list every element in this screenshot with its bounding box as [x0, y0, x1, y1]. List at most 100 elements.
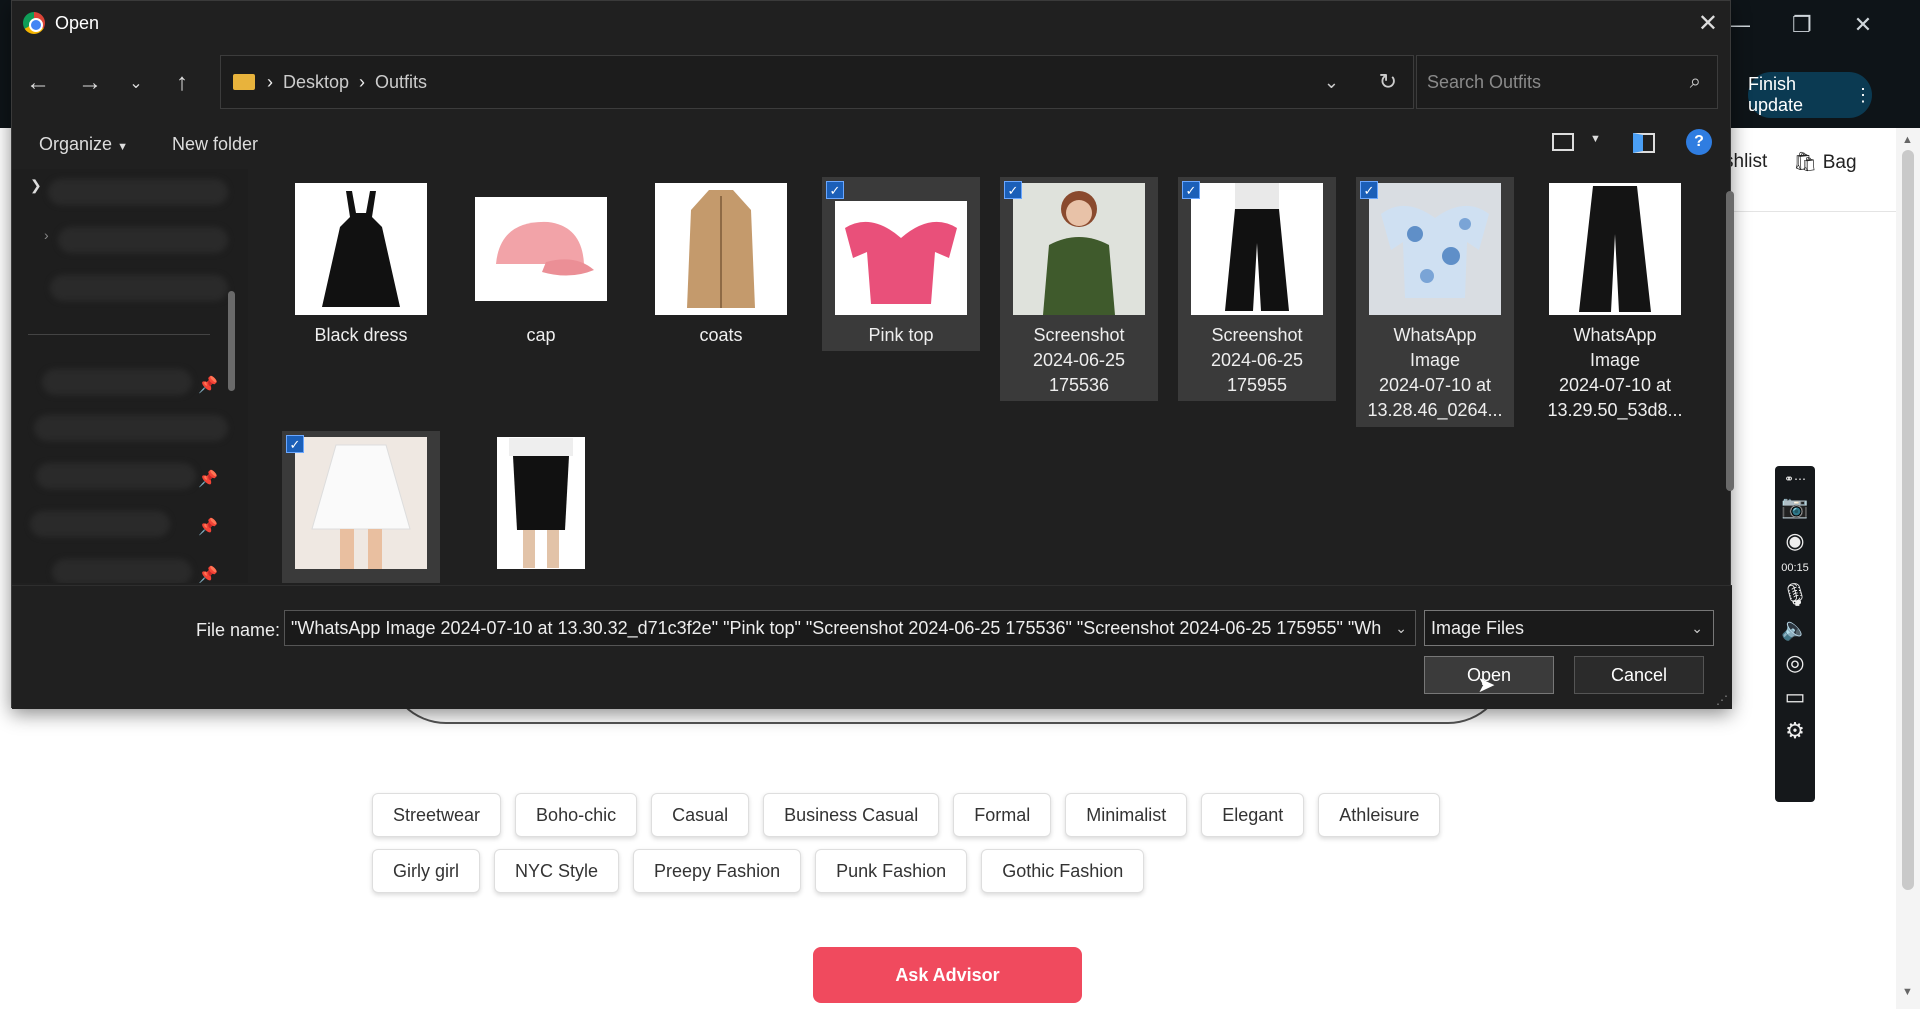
chip-formal[interactable]: Formal	[953, 793, 1052, 837]
black-dress-thumbnail	[295, 183, 427, 315]
checkbox-checked-icon[interactable]: ✓	[1360, 181, 1378, 199]
scroll-up-icon[interactable]: ▲	[1902, 134, 1913, 146]
chip-girly-girl[interactable]: Girly girl	[372, 849, 480, 893]
address-bar[interactable]: › Desktop › Outfits ⌄ ↻	[220, 55, 1414, 109]
file-name-input[interactable]: "WhatsApp Image 2024-07-10 at 13.30.32_d…	[284, 610, 1416, 646]
finish-update-button[interactable]: Finish update ⋮	[1748, 72, 1872, 118]
file-coats[interactable]: coats	[642, 177, 800, 348]
chip-punk-fashion[interactable]: Punk Fashion	[815, 849, 968, 893]
organize-button[interactable]: Organize ▼	[39, 134, 128, 155]
page-scrollbar[interactable]: ▲ ▼	[1896, 128, 1920, 1009]
recent-chevron-icon[interactable]: ⌄	[116, 73, 156, 93]
content-scrollbar[interactable]	[1726, 191, 1734, 491]
chip-business-casual[interactable]: Business Casual	[763, 793, 940, 837]
file-black-skirt[interactable]	[462, 431, 620, 583]
record-icon[interactable]: ◉	[1785, 528, 1804, 554]
webcam-icon[interactable]: ◎	[1785, 650, 1804, 676]
new-folder-button[interactable]: New folder	[172, 134, 258, 155]
file-white-skirt[interactable]: ✓	[282, 431, 440, 583]
close-window-icon[interactable]: ✕	[1854, 12, 1872, 38]
file-screenshot-175536[interactable]: ✓ Screenshot 2024-06-25 175536	[1000, 177, 1158, 401]
file-label: Image	[1589, 350, 1641, 370]
pencil-skirt-icon	[509, 438, 573, 568]
camera-icon[interactable]: 📷	[1781, 494, 1808, 520]
file-label: 2024-06-25	[1210, 350, 1304, 370]
coats-thumbnail	[655, 183, 787, 315]
forward-arrow-icon[interactable]: →	[64, 69, 116, 97]
organize-dropdown-icon: ▼	[117, 140, 128, 153]
pin-icon: 📌	[198, 567, 218, 583]
breadcrumb-separator-icon: ›	[267, 71, 273, 92]
file-label: 175955	[1226, 375, 1288, 395]
file-label: coats	[699, 325, 743, 345]
recorder-toolbar: ⚭⋯ 📷 ◉ 00:15 🎙 🔈 ◎ ▭ ⚙	[1775, 466, 1815, 802]
file-cap[interactable]: cap	[462, 177, 620, 348]
refresh-icon[interactable]: ↻	[1379, 69, 1397, 95]
settings-gear-icon[interactable]: ⚙	[1785, 718, 1805, 744]
scroll-down-icon[interactable]: ▼	[1902, 986, 1913, 998]
breadcrumb-outfits[interactable]: Outfits	[375, 72, 427, 93]
page-scroll-thumb[interactable]	[1902, 150, 1914, 890]
collapse-chevron-icon[interactable]: ›	[44, 227, 49, 243]
chip-boho-chic[interactable]: Boho-chic	[515, 793, 638, 837]
file-name-value: "WhatsApp Image 2024-07-10 at 13.30.32_d…	[291, 617, 1382, 638]
blurred-nav-item[interactable]	[50, 275, 228, 301]
file-pink-top[interactable]: ✓ Pink top	[822, 177, 980, 351]
nav-bag[interactable]: 🛍 Bag	[1793, 150, 1856, 174]
file-whatsapp-image-53d8[interactable]: WhatsApp Image 2024-07-10 at 13.29.50_53…	[1536, 177, 1694, 427]
blurred-nav-item[interactable]	[48, 179, 228, 205]
cap-thumbnail	[475, 183, 607, 315]
chip-casual[interactable]: Casual	[651, 793, 750, 837]
checkbox-checked-icon[interactable]: ✓	[826, 181, 844, 199]
change-view-icon[interactable]	[1552, 133, 1574, 151]
screen-icon[interactable]: ▭	[1785, 684, 1806, 710]
preview-pane-icon[interactable]	[1633, 133, 1655, 153]
pin-icon: 📌	[198, 471, 218, 488]
blurred-nav-item[interactable]	[58, 227, 228, 253]
blurred-nav-item[interactable]	[36, 463, 196, 489]
back-arrow-icon[interactable]: ←	[12, 69, 64, 97]
file-label: 13.29.50_53d8...	[1547, 400, 1683, 420]
cancel-button[interactable]: Cancel	[1574, 656, 1704, 694]
dialog-titlebar: Open ✕	[12, 1, 1732, 45]
address-dropdown-icon[interactable]: ⌄	[1324, 72, 1339, 93]
file-black-dress[interactable]: Black dress	[282, 177, 440, 348]
search-input[interactable]: Search Outfits ⌕	[1416, 55, 1718, 109]
file-label: cap	[526, 325, 556, 345]
chip-minimalist[interactable]: Minimalist	[1065, 793, 1188, 837]
blurred-nav-item[interactable]	[42, 369, 192, 395]
blurred-nav-item[interactable]	[30, 511, 170, 537]
chip-elegant[interactable]: Elegant	[1201, 793, 1305, 837]
file-whatsapp-image-0264[interactable]: ✓ WhatsApp Image 2024-07-10 at 13.28.46_…	[1356, 177, 1514, 427]
resize-grip-icon[interactable]: ⋰	[1716, 693, 1728, 707]
checkbox-checked-icon[interactable]: ✓	[1182, 181, 1200, 199]
speaker-icon[interactable]: 🔈	[1781, 616, 1808, 642]
blurred-nav-item[interactable]	[52, 559, 192, 583]
file-type-select[interactable]: Image Files ⌄	[1424, 610, 1714, 646]
up-arrow-icon[interactable]: ↑	[156, 69, 208, 97]
chip-preepy-fashion[interactable]: Preepy Fashion	[633, 849, 802, 893]
pink-top-image	[835, 201, 967, 315]
chevron-down-icon[interactable]: ⌄	[1395, 620, 1407, 637]
close-icon[interactable]: ✕	[1698, 9, 1718, 38]
file-screenshot-175955[interactable]: ✓ Screenshot 2024-06-25 175955	[1178, 177, 1336, 401]
chip-gothic-fashion[interactable]: Gothic Fashion	[981, 849, 1145, 893]
help-icon[interactable]: ?	[1686, 129, 1712, 155]
checkbox-checked-icon[interactable]: ✓	[286, 435, 304, 453]
microphone-icon[interactable]: 🎙	[1781, 582, 1809, 608]
chip-athleisure[interactable]: Athleisure	[1318, 793, 1441, 837]
chip-nyc-style[interactable]: NYC Style	[494, 849, 620, 893]
expand-chevron-icon[interactable]: ❯	[30, 177, 42, 194]
breadcrumb-desktop[interactable]: Desktop	[283, 72, 349, 93]
file-label: Image	[1409, 350, 1461, 370]
search-icon[interactable]: ⌕	[1690, 71, 1701, 94]
nav-pane-scrollbar[interactable]	[228, 291, 235, 391]
view-dropdown-icon[interactable]: ▼	[1590, 133, 1601, 145]
ask-advisor-button[interactable]: Ask Advisor	[813, 947, 1082, 1003]
blurred-nav-item[interactable]	[34, 415, 228, 441]
restore-icon[interactable]: ❐	[1792, 12, 1812, 38]
checkbox-checked-icon[interactable]: ✓	[1004, 181, 1022, 199]
link-icon[interactable]: ⚭⋯	[1784, 472, 1806, 486]
chip-streetwear[interactable]: Streetwear	[372, 793, 502, 837]
navigation-pane: ❯ › 📌 📌 📌 📌	[12, 169, 248, 583]
